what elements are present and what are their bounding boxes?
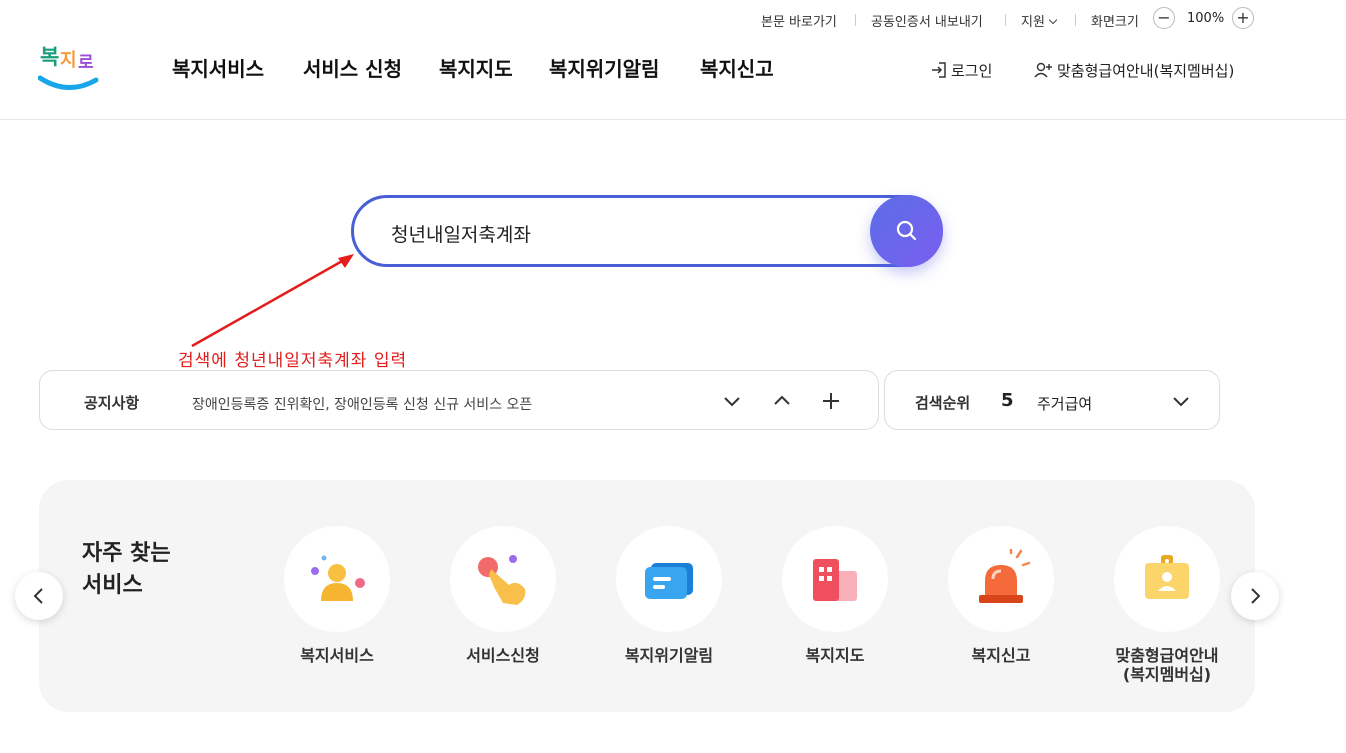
section-title-line1: 자주 찾는 — [82, 541, 171, 566]
building-icon — [813, 559, 857, 601]
service-icon-circle — [948, 526, 1054, 632]
message-icon — [645, 563, 693, 599]
section-title-line2: 서비스 — [82, 573, 143, 598]
service-label: 복지지도 — [805, 646, 865, 665]
notice-label: 공지사항 — [84, 394, 140, 412]
siren-icon — [979, 549, 1031, 603]
service-label: 복지신고 — [971, 646, 1031, 665]
chevron-right-icon — [1251, 588, 1261, 604]
section-title: 자주 찾는 서비스 — [82, 538, 171, 602]
person-icon — [311, 555, 365, 601]
chevron-up-icon[interactable] — [770, 389, 794, 413]
plus-icon[interactable] — [819, 389, 843, 413]
chevron-down-icon[interactable] — [720, 389, 744, 413]
service-label-line1: 맞춤형급여안내 — [1115, 646, 1219, 665]
chevron-left-icon — [33, 588, 43, 604]
service-label: 복지서비스 — [300, 646, 374, 665]
rank-term[interactable]: 주거급여 — [1037, 393, 1092, 414]
carousel-next-button[interactable] — [1231, 572, 1279, 620]
service-icon-circle — [450, 526, 556, 632]
notice-text[interactable]: 장애인등록증 진위확인, 장애인등록 신청 신규 서비스 오픈 — [192, 394, 532, 414]
frequent-services: 자주 찾는 서비스 복지서비스 서비스신청 복지위기알림 복지지도 복지신고 맞… — [39, 480, 1255, 712]
service-icon-circle — [616, 526, 722, 632]
service-icon-circle — [782, 526, 888, 632]
service-label: 복지위기알림 — [624, 646, 714, 665]
service-label: 맞춤형급여안내 (복지멤버십) — [1092, 646, 1242, 684]
service-icon-circle — [284, 526, 390, 632]
service-label-line2: (복지멤버십) — [1122, 665, 1212, 684]
notice-bar: 공지사항 장애인등록증 진위확인, 장애인등록 신청 신규 서비스 오픈 — [39, 370, 879, 430]
rank-number: 5 — [1001, 390, 1014, 411]
hand-tap-icon — [478, 555, 526, 605]
search-rank[interactable]: 검색순위 5 주거급여 — [884, 370, 1220, 430]
service-label: 서비스신청 — [466, 646, 540, 665]
rank-label: 검색순위 — [915, 394, 971, 412]
service-icon-circle — [1114, 526, 1220, 632]
id-card-icon — [1145, 555, 1189, 599]
annotation-text: 검색에 청년내일저축계좌 입력 — [178, 351, 408, 371]
chevron-down-icon[interactable] — [1169, 389, 1193, 413]
carousel-prev-button[interactable] — [15, 572, 63, 620]
